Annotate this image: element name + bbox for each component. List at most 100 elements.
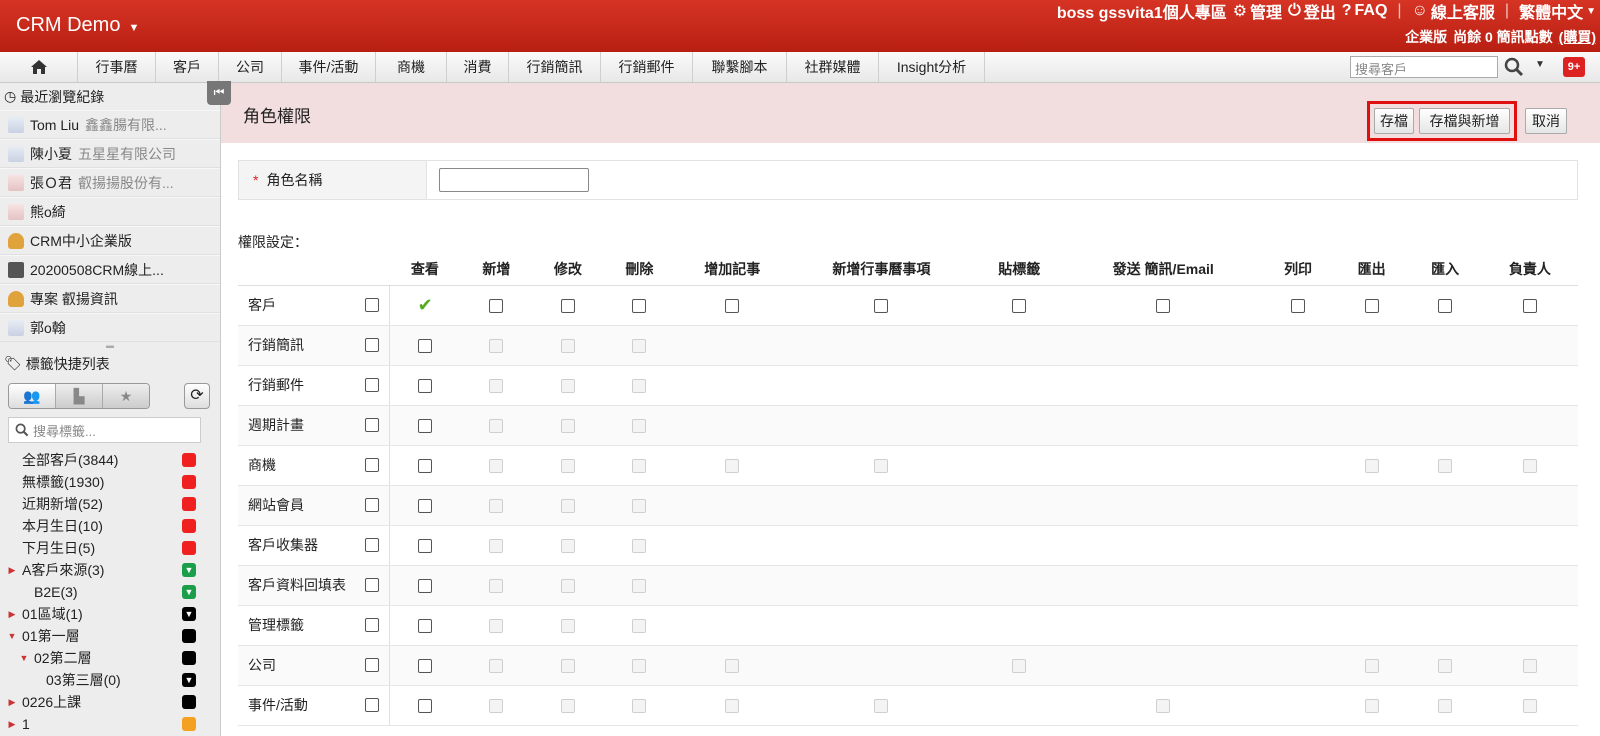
recent-item[interactable]: 張Ｏ君 叡揚揚股份有... bbox=[0, 168, 220, 197]
tag-color-swatch[interactable] bbox=[182, 453, 196, 467]
home-button[interactable] bbox=[0, 52, 78, 82]
select-all-checkbox[interactable] bbox=[364, 498, 379, 512]
menu-item[interactable]: 聯繫腳本 bbox=[693, 52, 787, 82]
building-icon[interactable]: ▙ bbox=[56, 384, 103, 408]
permission-checkbox[interactable] bbox=[1522, 299, 1537, 314]
menu-item[interactable]: 消費 bbox=[447, 52, 509, 82]
splitter-handle[interactable]: ▬ bbox=[0, 342, 220, 350]
tag-color-swatch[interactable] bbox=[182, 651, 196, 665]
tag-item[interactable]: ▼ 01第一層 bbox=[0, 625, 220, 647]
select-all-checkbox[interactable] bbox=[364, 578, 379, 592]
permission-checkbox[interactable] bbox=[632, 299, 647, 314]
check-icon[interactable]: ✔ bbox=[418, 295, 433, 315]
recent-item[interactable]: 20200508CRM線上... bbox=[0, 255, 220, 284]
permission-checkbox[interactable] bbox=[418, 459, 433, 474]
permission-checkbox[interactable] bbox=[418, 579, 433, 594]
tag-item[interactable]: ▼ 02第二層 bbox=[0, 647, 220, 669]
star-icon[interactable]: ★ bbox=[103, 384, 149, 408]
menu-item[interactable]: 社群媒體 bbox=[787, 52, 879, 82]
permission-checkbox[interactable] bbox=[874, 299, 889, 314]
permission-checkbox[interactable] bbox=[418, 419, 433, 434]
save-and-new-button[interactable]: 存檔與新增 bbox=[1419, 108, 1510, 134]
caret-down-icon[interactable]: ▼ bbox=[18, 653, 30, 663]
buy-link[interactable]: (購買) bbox=[1559, 27, 1596, 47]
tag-item[interactable]: ▶ A客戶來源(3) ▼ bbox=[0, 559, 220, 581]
personal-area-link[interactable]: boss gssvita1個人專區 bbox=[1057, 0, 1227, 23]
tag-item[interactable]: 無標籤(1930) bbox=[0, 471, 220, 493]
tag-item[interactable]: 本月生日(10) bbox=[0, 515, 220, 537]
customer-search-input[interactable]: 搜尋客戶 bbox=[1350, 56, 1498, 78]
tag-item[interactable]: B2E(3) ▼ bbox=[0, 581, 220, 603]
tag-color-swatch[interactable]: ▼ bbox=[182, 563, 196, 577]
recent-item[interactable]: 熊o綺 bbox=[0, 197, 220, 226]
menu-item[interactable]: 行銷簡訊 bbox=[509, 52, 601, 82]
select-all-checkbox[interactable] bbox=[364, 618, 379, 632]
recent-item[interactable]: CRM中小企業版 bbox=[0, 226, 220, 255]
tag-item[interactable]: 近期新增(52) bbox=[0, 493, 220, 515]
menu-item[interactable]: 事件/活動 bbox=[282, 52, 376, 82]
menu-item[interactable]: 公司 bbox=[219, 52, 282, 82]
menu-item[interactable]: Insight分析 bbox=[879, 52, 985, 82]
menu-item[interactable]: 商機 bbox=[376, 52, 447, 82]
tag-item[interactable]: ▶ 0226上課 bbox=[0, 691, 220, 713]
tag-search-input[interactable]: 搜尋標籤... bbox=[8, 417, 201, 443]
select-all-checkbox[interactable] bbox=[364, 338, 379, 352]
permission-checkbox[interactable] bbox=[1156, 299, 1171, 314]
tag-color-swatch[interactable] bbox=[182, 497, 196, 511]
tag-item[interactable]: ▶ 01區域(1) ▼ bbox=[0, 603, 220, 625]
tag-item[interactable]: 下月生日(5) bbox=[0, 537, 220, 559]
notification-badge[interactable]: 9+ bbox=[1563, 57, 1585, 77]
select-all-checkbox[interactable] bbox=[364, 698, 379, 712]
logout-link[interactable]: ⏻ 登出 bbox=[1288, 0, 1336, 23]
search-icon[interactable] bbox=[1504, 57, 1524, 77]
tag-item[interactable]: 03第三層(0) ▼ bbox=[0, 669, 220, 691]
permission-checkbox[interactable] bbox=[418, 619, 433, 634]
cancel-button[interactable]: 取消 bbox=[1525, 108, 1567, 134]
select-all-checkbox[interactable] bbox=[364, 458, 379, 472]
recent-item[interactable]: Tom Liu 鑫鑫腸有限... bbox=[0, 110, 220, 139]
permission-checkbox[interactable] bbox=[418, 379, 433, 394]
select-all-checkbox[interactable] bbox=[364, 298, 379, 312]
collapse-sidebar-icon[interactable]: ⏮ bbox=[207, 81, 231, 105]
recent-item[interactable]: 郭o翰 bbox=[0, 313, 220, 342]
tag-color-swatch[interactable]: ▼ bbox=[182, 607, 196, 621]
permission-checkbox[interactable] bbox=[418, 499, 433, 514]
people-icon[interactable]: 👥 bbox=[9, 384, 56, 408]
recent-item[interactable]: 專案 叡揚資訊 bbox=[0, 284, 220, 313]
caret-right-icon[interactable]: ▶ bbox=[6, 697, 18, 708]
permission-checkbox[interactable] bbox=[1012, 299, 1027, 314]
permission-checkbox[interactable] bbox=[1438, 299, 1453, 314]
menu-item[interactable]: 客戶 bbox=[156, 52, 219, 82]
recent-item[interactable]: 陳小夏 五星星有限公司 bbox=[0, 139, 220, 168]
tag-color-swatch[interactable] bbox=[182, 629, 196, 643]
permission-checkbox[interactable] bbox=[560, 299, 575, 314]
permission-checkbox[interactable] bbox=[418, 699, 433, 714]
save-button[interactable]: 存檔 bbox=[1374, 108, 1414, 134]
tag-item[interactable]: 全部客戶(3844) bbox=[0, 449, 220, 471]
caret-right-icon[interactable]: ▶ bbox=[6, 609, 18, 620]
caret-right-icon[interactable]: ▶ bbox=[6, 719, 18, 730]
language-select[interactable]: 繁體中文 ▼ bbox=[1519, 0, 1596, 23]
tag-color-swatch[interactable] bbox=[182, 717, 196, 731]
permission-checkbox[interactable] bbox=[1364, 299, 1379, 314]
select-all-checkbox[interactable] bbox=[364, 658, 379, 672]
menu-item[interactable]: 行事曆 bbox=[78, 52, 156, 82]
tag-color-swatch[interactable]: ▼ bbox=[182, 673, 196, 687]
select-all-checkbox[interactable] bbox=[364, 418, 379, 432]
chevron-down-icon[interactable]: ▼ bbox=[1535, 59, 1545, 70]
app-brand-menu[interactable]: CRM Demo ▼ bbox=[16, 14, 139, 37]
faq-link[interactable]: ? FAQ bbox=[1342, 2, 1388, 20]
support-link[interactable]: ☺ 線上客服 bbox=[1412, 0, 1495, 23]
role-name-input[interactable] bbox=[439, 168, 589, 192]
select-all-checkbox[interactable] bbox=[364, 378, 379, 392]
select-all-checkbox[interactable] bbox=[364, 538, 379, 552]
tag-color-swatch[interactable] bbox=[182, 475, 196, 489]
tag-color-swatch[interactable]: ▼ bbox=[182, 585, 196, 599]
tag-item[interactable]: ▶ 1 bbox=[0, 713, 220, 735]
permission-checkbox[interactable] bbox=[489, 299, 504, 314]
permission-checkbox[interactable] bbox=[418, 339, 433, 354]
permission-checkbox[interactable] bbox=[418, 539, 433, 554]
permission-checkbox[interactable] bbox=[418, 659, 433, 674]
caret-down-icon[interactable]: ▼ bbox=[6, 631, 18, 641]
menu-item[interactable]: 行銷郵件 bbox=[601, 52, 693, 82]
